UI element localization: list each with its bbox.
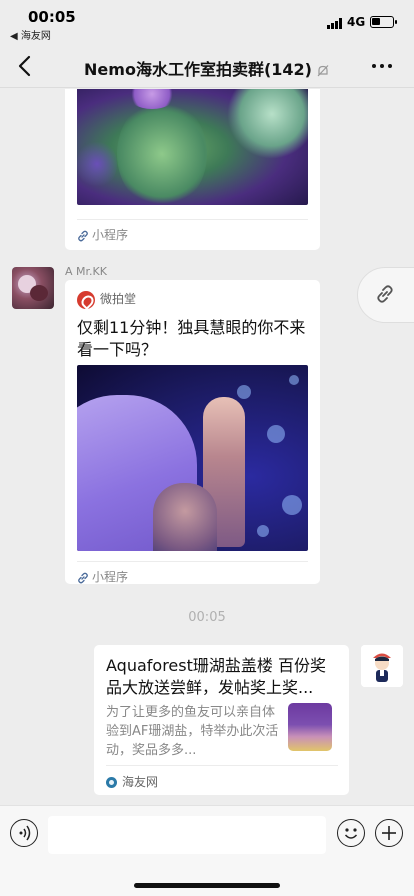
chat-header: Nemo海水工作室拍卖群(142) <box>0 44 414 88</box>
coral-photo <box>77 365 308 551</box>
floating-link-button[interactable] <box>357 267 414 323</box>
haiyouwang-logo-icon <box>106 777 117 788</box>
plus-icon[interactable] <box>375 819 403 847</box>
status-time: 00:05 <box>28 8 76 26</box>
card-message-text: 仅剩11分钟！独具慧眼的你不来看一下吗？ <box>77 318 306 359</box>
cartoon-avatar-icon <box>361 645 403 687</box>
avatar[interactable] <box>361 645 403 687</box>
home-indicator[interactable] <box>134 883 280 888</box>
mini-program-footer: 小程序 <box>77 219 308 243</box>
chat-title: Nemo海水工作室拍卖群(142) <box>84 60 312 79</box>
link-icon <box>377 285 393 303</box>
avatar[interactable] <box>12 267 54 309</box>
chat-messages[interactable]: 小程序 A Mr.KK 微拍堂 仅剩11分钟！独具慧眼的你不来看一下吗？ 小程序… <box>0 89 414 805</box>
signal-icon <box>327 18 343 29</box>
share-card-title: Aquaforest珊湖盐盖楼 百份奖品大放送尝鲜，发帖奖上奖... <box>106 656 326 697</box>
message-timestamp: 00:05 <box>188 610 226 625</box>
back-to-app-link[interactable]: ◀ 海友网 <box>10 27 51 42</box>
emoji-icon[interactable] <box>337 819 365 847</box>
mini-program-label: 小程序 <box>92 570 129 584</box>
weipaitang-logo-icon <box>77 290 95 309</box>
link-icon <box>78 572 88 583</box>
share-card-description: 为了让更多的鱼友可以亲自体验到AF珊湖盐，特举办此次活动，奖品多多... <box>106 705 279 758</box>
input-bar <box>0 805 414 896</box>
share-card-thumbnail <box>284 701 336 753</box>
source-name: 微拍堂 <box>100 292 137 306</box>
status-bar: 00:05 ◀ 海友网 4G <box>0 0 414 44</box>
share-source-name: 海友网 <box>122 775 159 789</box>
voice-icon[interactable] <box>10 819 38 847</box>
message-input[interactable] <box>48 816 326 854</box>
coral-photo <box>77 89 308 205</box>
share-link-card[interactable]: Aquaforest珊湖盐盖楼 百份奖品大放送尝鲜，发帖奖上奖... 为了让更多… <box>94 645 349 795</box>
more-dots-icon[interactable] <box>372 64 392 70</box>
battery-icon <box>370 16 397 28</box>
mini-program-label: 小程序 <box>92 228 129 242</box>
bell-muted-icon <box>317 64 329 76</box>
network-type: 4G <box>347 15 366 29</box>
mini-program-footer: 小程序 <box>77 561 308 585</box>
sender-name: A Mr.KK <box>65 265 107 278</box>
link-icon <box>78 230 88 241</box>
mini-program-card[interactable]: 小程序 <box>65 89 320 250</box>
chat-title-wrap: Nemo海水工作室拍卖群(142) <box>0 56 414 80</box>
share-card-source: 海友网 <box>106 765 338 790</box>
mini-program-card[interactable]: 微拍堂 仅剩11分钟！独具慧眼的你不来看一下吗？ 小程序 <box>65 280 320 584</box>
mini-program-source: 微拍堂 <box>77 290 136 309</box>
